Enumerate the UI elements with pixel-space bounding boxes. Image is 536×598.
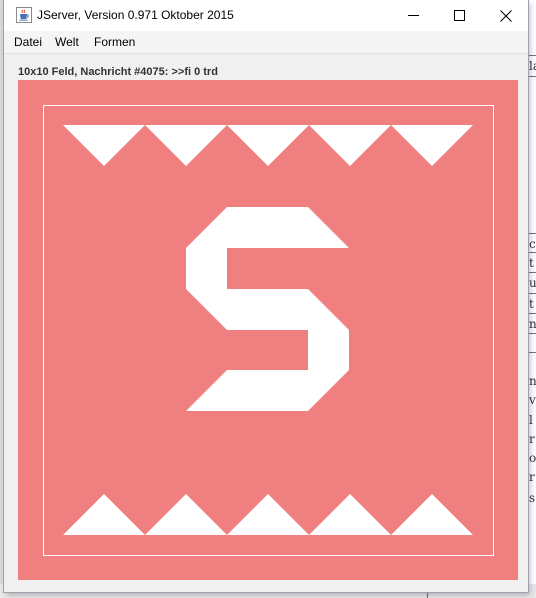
jserver-window: JServer, Version 0.971 Oktober 2015 Date… (4, 0, 528, 592)
top-triangle (227, 125, 309, 166)
background-text: n (529, 374, 536, 388)
background-text: n (529, 317, 536, 331)
background-rule (527, 252, 536, 253)
close-icon (500, 10, 512, 22)
menu-bar: Datei Welt Formen (4, 31, 528, 54)
board-canvas (43, 105, 494, 556)
background-text: v (529, 393, 536, 407)
top-triangle (63, 125, 145, 166)
status-message: 10x10 Feld, Nachricht #4075: >>fi 0 trd (18, 66, 218, 78)
top-triangle (309, 125, 391, 166)
bottom-triangle (391, 494, 473, 535)
maximize-icon (454, 10, 465, 21)
bottom-triangle (63, 494, 145, 535)
window-title: JServer, Version 0.971 Oktober 2015 (37, 8, 234, 22)
background-rule (527, 333, 536, 334)
background-rule (527, 293, 536, 294)
top-triangle (145, 125, 227, 166)
background-text: t (529, 256, 534, 270)
background-rule (527, 272, 536, 273)
background-text: la (529, 59, 536, 73)
s-symbol (186, 207, 349, 411)
background-text: s (529, 491, 536, 505)
background-text: r (529, 470, 535, 484)
background-text: l (529, 413, 533, 427)
maximize-button[interactable] (436, 0, 482, 31)
java-cup-icon[interactable] (16, 7, 32, 23)
background-window-left-edge (0, 0, 3, 598)
background-rule (527, 313, 536, 314)
background-text: t (529, 297, 534, 311)
background-rule (527, 233, 536, 234)
menu-formen[interactable]: Formen (94, 35, 135, 49)
background-text: r (529, 432, 535, 446)
menu-welt[interactable]: Welt (55, 35, 79, 49)
menu-datei[interactable]: Datei (14, 35, 42, 49)
bottom-triangle (309, 494, 391, 535)
board-inner-border (43, 105, 494, 556)
minimize-button[interactable] (390, 0, 436, 31)
top-triangle (391, 125, 473, 166)
background-rule (527, 76, 536, 77)
title-bar[interactable]: JServer, Version 0.971 Oktober 2015 (4, 0, 528, 31)
bottom-triangle (227, 494, 309, 535)
game-board[interactable] (18, 80, 518, 580)
background-rule (527, 55, 536, 56)
close-button[interactable] (482, 0, 528, 31)
background-rule (527, 352, 536, 353)
minimize-icon (408, 15, 419, 16)
background-text: o (529, 451, 536, 465)
background-text: u (529, 276, 536, 290)
bottom-triangle (145, 494, 227, 535)
background-text: c (529, 237, 536, 251)
